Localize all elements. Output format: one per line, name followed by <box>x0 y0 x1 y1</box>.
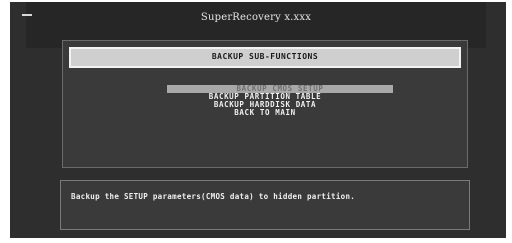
bios-screen: SuperRecovery x.xxx BACKUP SUB-FUNCTIONS… <box>10 2 506 238</box>
submenu-header-label: BACKUP SUB-FUNCTIONS <box>211 52 319 61</box>
submenu-panel: BACKUP SUB-FUNCTIONS BACKUP CMOS SETUP B… <box>62 40 468 168</box>
menu-list: BACKUP CMOS SETUP BACKUP PARTITION TABLE… <box>63 85 467 117</box>
submenu-header: BACKUP SUB-FUNCTIONS <box>69 47 461 68</box>
app-title: SuperRecovery x.xxx <box>200 12 312 23</box>
description-text: Backup the SETUP parameters(CMOS data) t… <box>71 192 356 201</box>
description-panel: Backup the SETUP parameters(CMOS data) t… <box>60 180 470 230</box>
menu-item-back-to-main[interactable]: BACK TO MAIN <box>63 109 467 117</box>
